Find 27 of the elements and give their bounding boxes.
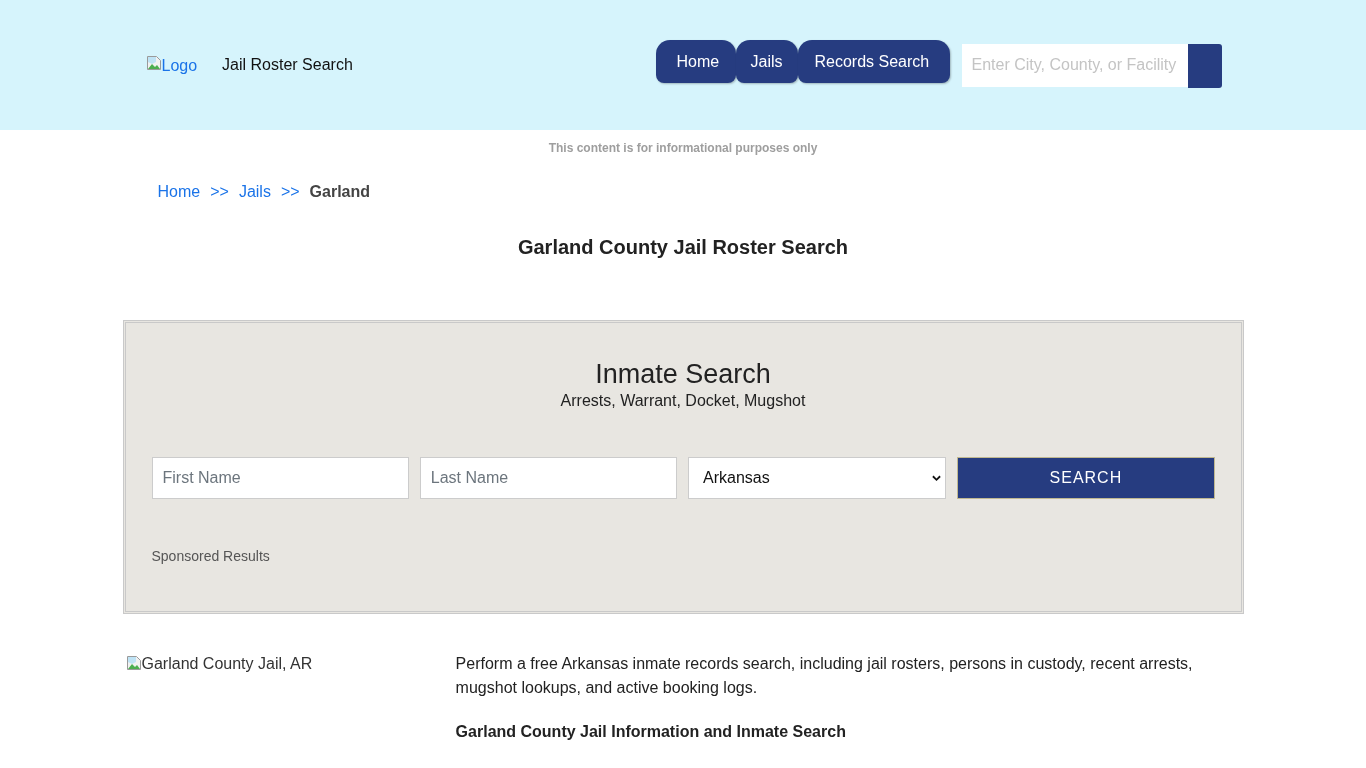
section-heading: Garland County Jail Information and Inmate Search	[455, 722, 847, 742]
logo-link[interactable]: Logo	[145, 57, 198, 75]
search-button[interactable]: SEARCH	[957, 457, 1215, 499]
chevron-down-icon	[932, 474, 942, 482]
breadcrumb-current: Garland	[309, 182, 371, 202]
search-field[interactable]: Enter City, County, or Facility	[961, 43, 1188, 87]
image-alt-text: Garland County Jail, AR	[141, 654, 313, 674]
panel-title: Inmate Search	[595, 358, 771, 391]
nav-tab[interactable]: Jails	[735, 40, 798, 83]
breadcrumb-link[interactable]: Jails	[238, 182, 271, 202]
name-input[interactable]: First Name	[151, 457, 409, 499]
broken-image-icon	[145, 55, 162, 71]
search-button[interactable]	[1187, 43, 1222, 88]
site-name: Jail Roster Search	[222, 56, 353, 74]
state-select[interactable]: Arkansas	[688, 457, 947, 499]
panel-subtitle: Arrests, Warrant, Docket, Mugshot	[560, 391, 806, 411]
page-title: Garland County Jail Roster Search	[517, 235, 849, 259]
intro-paragraph: Perform a free Arkansas inmate records search, including jail rosters, persons in custody, recent arrests, mugshot lookups, and active booking logs.	[455, 654, 1194, 698]
sponsored-label: Sponsored Results	[151, 548, 270, 564]
nav-tab[interactable]: Home	[655, 40, 736, 83]
disclaimer-text: This content is for informational purposes only	[548, 141, 818, 155]
name-input[interactable]: Last Name	[419, 457, 678, 499]
breadcrumb-separator: >>	[210, 182, 229, 202]
breadcrumb-link[interactable]: Home	[157, 182, 201, 202]
nav-tab[interactable]: Records Search	[797, 40, 950, 83]
broken-image-icon	[125, 655, 142, 671]
breadcrumb-separator: >>	[280, 182, 300, 202]
